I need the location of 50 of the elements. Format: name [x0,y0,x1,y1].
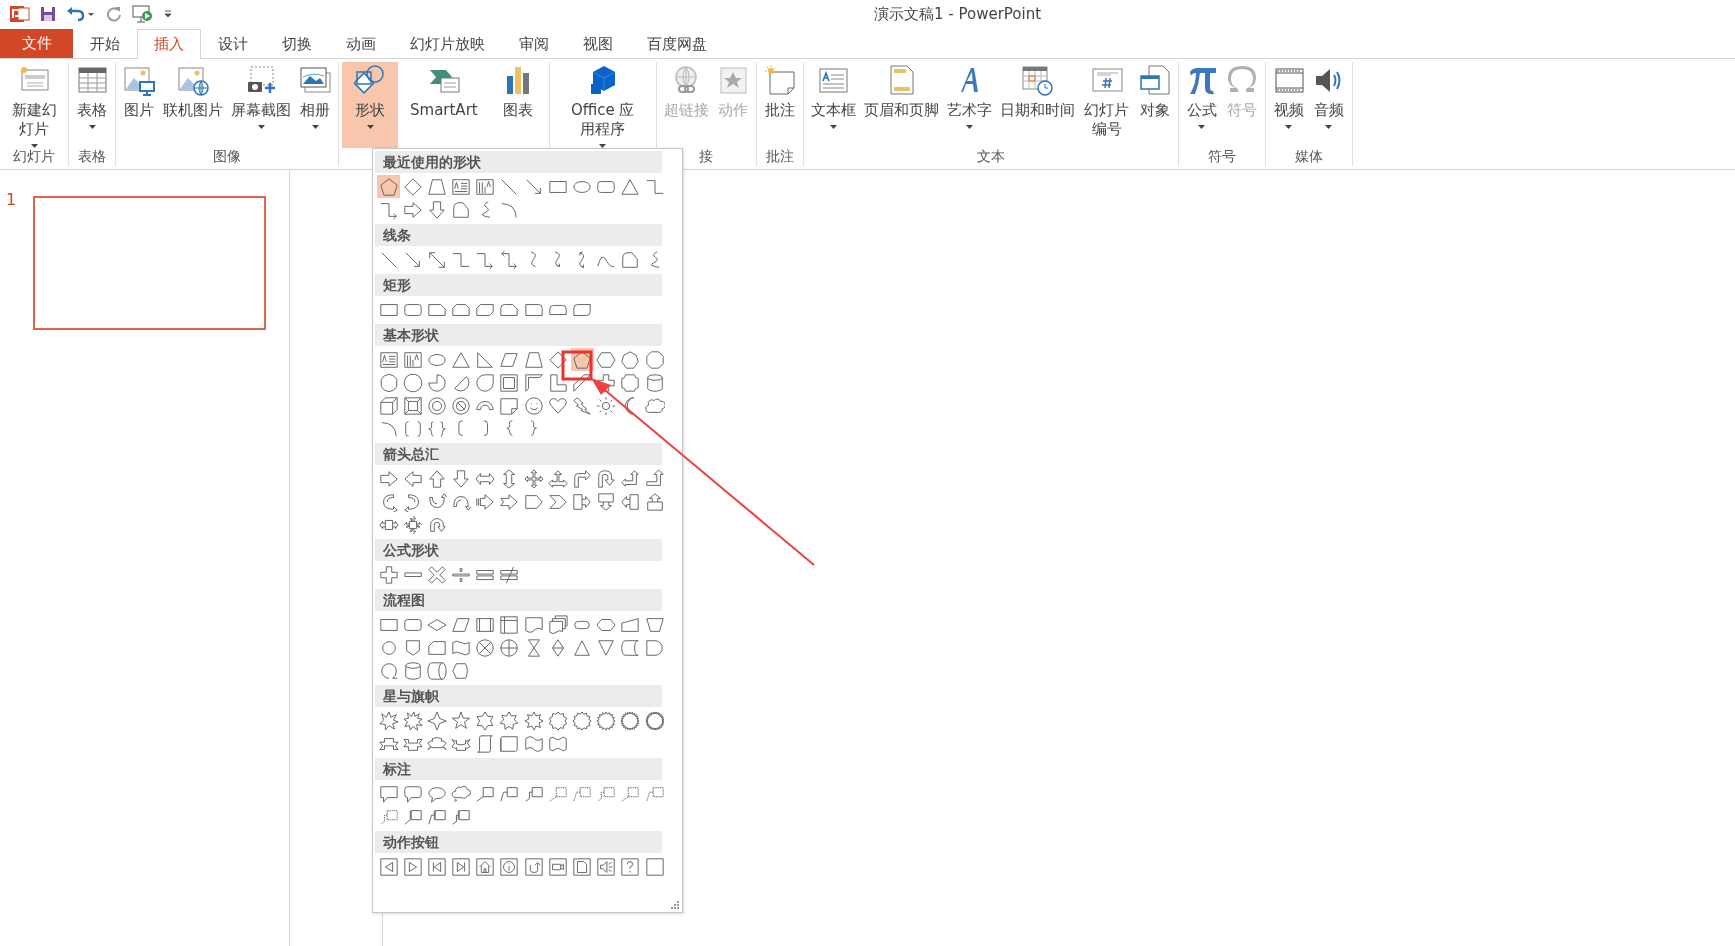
section-header: 矩形 [375,274,662,296]
ribbon-button[interactable]: 对象 [1134,62,1175,148]
section-header: 星与旗帜 [375,685,662,707]
section-header: 基本形状 [375,324,662,346]
ribbon-button[interactable]: 图表 [489,62,546,148]
ribbon-button[interactable]: 批注 [759,62,800,148]
ribbon-tab[interactable]: 幻灯片放映 [393,29,502,59]
ribbon-button[interactable]: 联机图片 [159,62,227,148]
ribbon-button[interactable]: 音频 [1308,62,1349,148]
group-label: 媒体 [1293,148,1324,166]
ribbon-tab[interactable]: 插入 [137,29,201,59]
ribbon-button[interactable]: 日期和时间 [995,62,1079,148]
section-header: 动作按钮 [375,831,662,853]
ribbon-button[interactable]: 新建幻灯片 [3,62,65,148]
ribbon-button[interactable]: 表格 [72,62,112,148]
ribbon-button[interactable]: 视频 [1268,62,1309,148]
group-label: 批注 [764,148,795,166]
ribbon-tab[interactable]: 百度网盘 [630,29,724,59]
slide-number: 1 [5,189,18,209]
group-label: 符号 [1206,148,1237,166]
section-header: 公式形状 [375,539,662,561]
group-label: 文本 [975,148,1006,166]
ribbon-tab[interactable]: 开始 [73,29,137,59]
ribbon-button[interactable]: 页眉和页脚 [859,62,943,148]
ribbon-button[interactable]: 形状 [342,62,398,148]
section-header: 流程图 [375,589,662,611]
window-title: 演示文稿1 - PowerPoint [872,4,1043,24]
ribbon-button[interactable]: Office 应用程序 [552,62,653,148]
section-header: 线条 [375,224,662,246]
ribbon-button[interactable]: 图片 [119,62,159,148]
ribbon-button[interactable]: 屏幕截图 [227,62,295,148]
ribbon-button[interactable]: 相册 [295,62,335,148]
section-header: 箭头总汇 [375,443,662,465]
section-header: 最近使用的形状 [375,151,662,173]
group-label: 幻灯片 [12,148,56,166]
group-label: 接 [698,148,715,166]
ribbon-button[interactable]: 幻灯片编号 [1078,62,1135,148]
group-label: 图像 [212,148,242,166]
ribbon-tab[interactable]: 审阅 [502,29,566,59]
ribbon-button[interactable]: 文本框 [806,62,860,148]
ribbon-button[interactable]: 艺术字 [942,62,996,148]
ribbon-tab[interactable]: 动画 [329,29,393,59]
section-header: 标注 [375,758,662,780]
ribbon-button[interactable]: SmartArt [398,62,490,148]
ribbon-tab[interactable]: 设计 [201,29,265,59]
ribbon-tab[interactable]: 视图 [566,29,630,59]
ribbon-button[interactable]: 公式 [1181,62,1222,148]
ribbon-tab[interactable]: 切换 [265,29,329,59]
group-label: 表格 [77,148,107,166]
file-tab[interactable]: 文件 [0,29,73,58]
